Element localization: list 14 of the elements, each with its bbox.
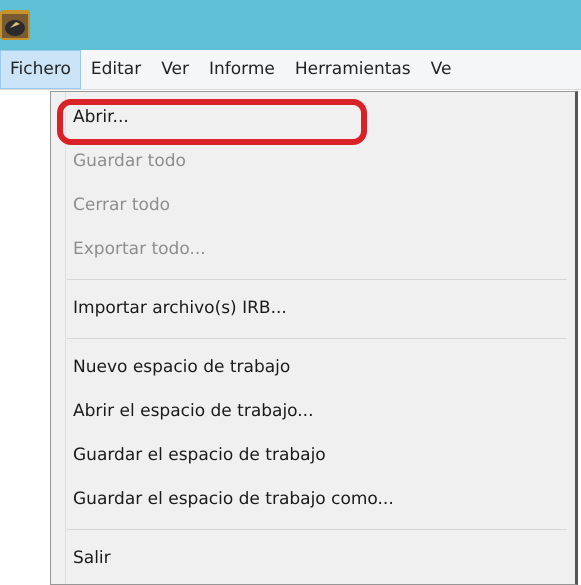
menu-item[interactable]: Importar archivo(s) IRB...: [73, 296, 287, 322]
menu-item[interactable]: Abrir...: [73, 105, 129, 131]
menu-bar-item[interactable]: Herramientas: [284, 50, 421, 89]
menu-item[interactable]: Abrir el espacio de trabajo...: [73, 399, 314, 425]
menu-bar-item[interactable]: Fichero: [0, 50, 81, 89]
app-icon: [0, 8, 30, 42]
menu-item[interactable]: Guardar el espacio de trabajo como...: [73, 487, 394, 513]
menu-bar-item[interactable]: Ve: [420, 50, 462, 89]
menu-bar-item[interactable]: Editar: [80, 50, 152, 89]
menu-item[interactable]: Guardar el espacio de trabajo: [73, 443, 326, 469]
menu-item[interactable]: Salir: [73, 546, 111, 572]
menu-bar-item[interactable]: Ver: [151, 50, 199, 89]
menu-bar-item[interactable]: Informe: [198, 50, 285, 89]
menu-item[interactable]: Nuevo espacio de trabajo: [73, 355, 290, 381]
